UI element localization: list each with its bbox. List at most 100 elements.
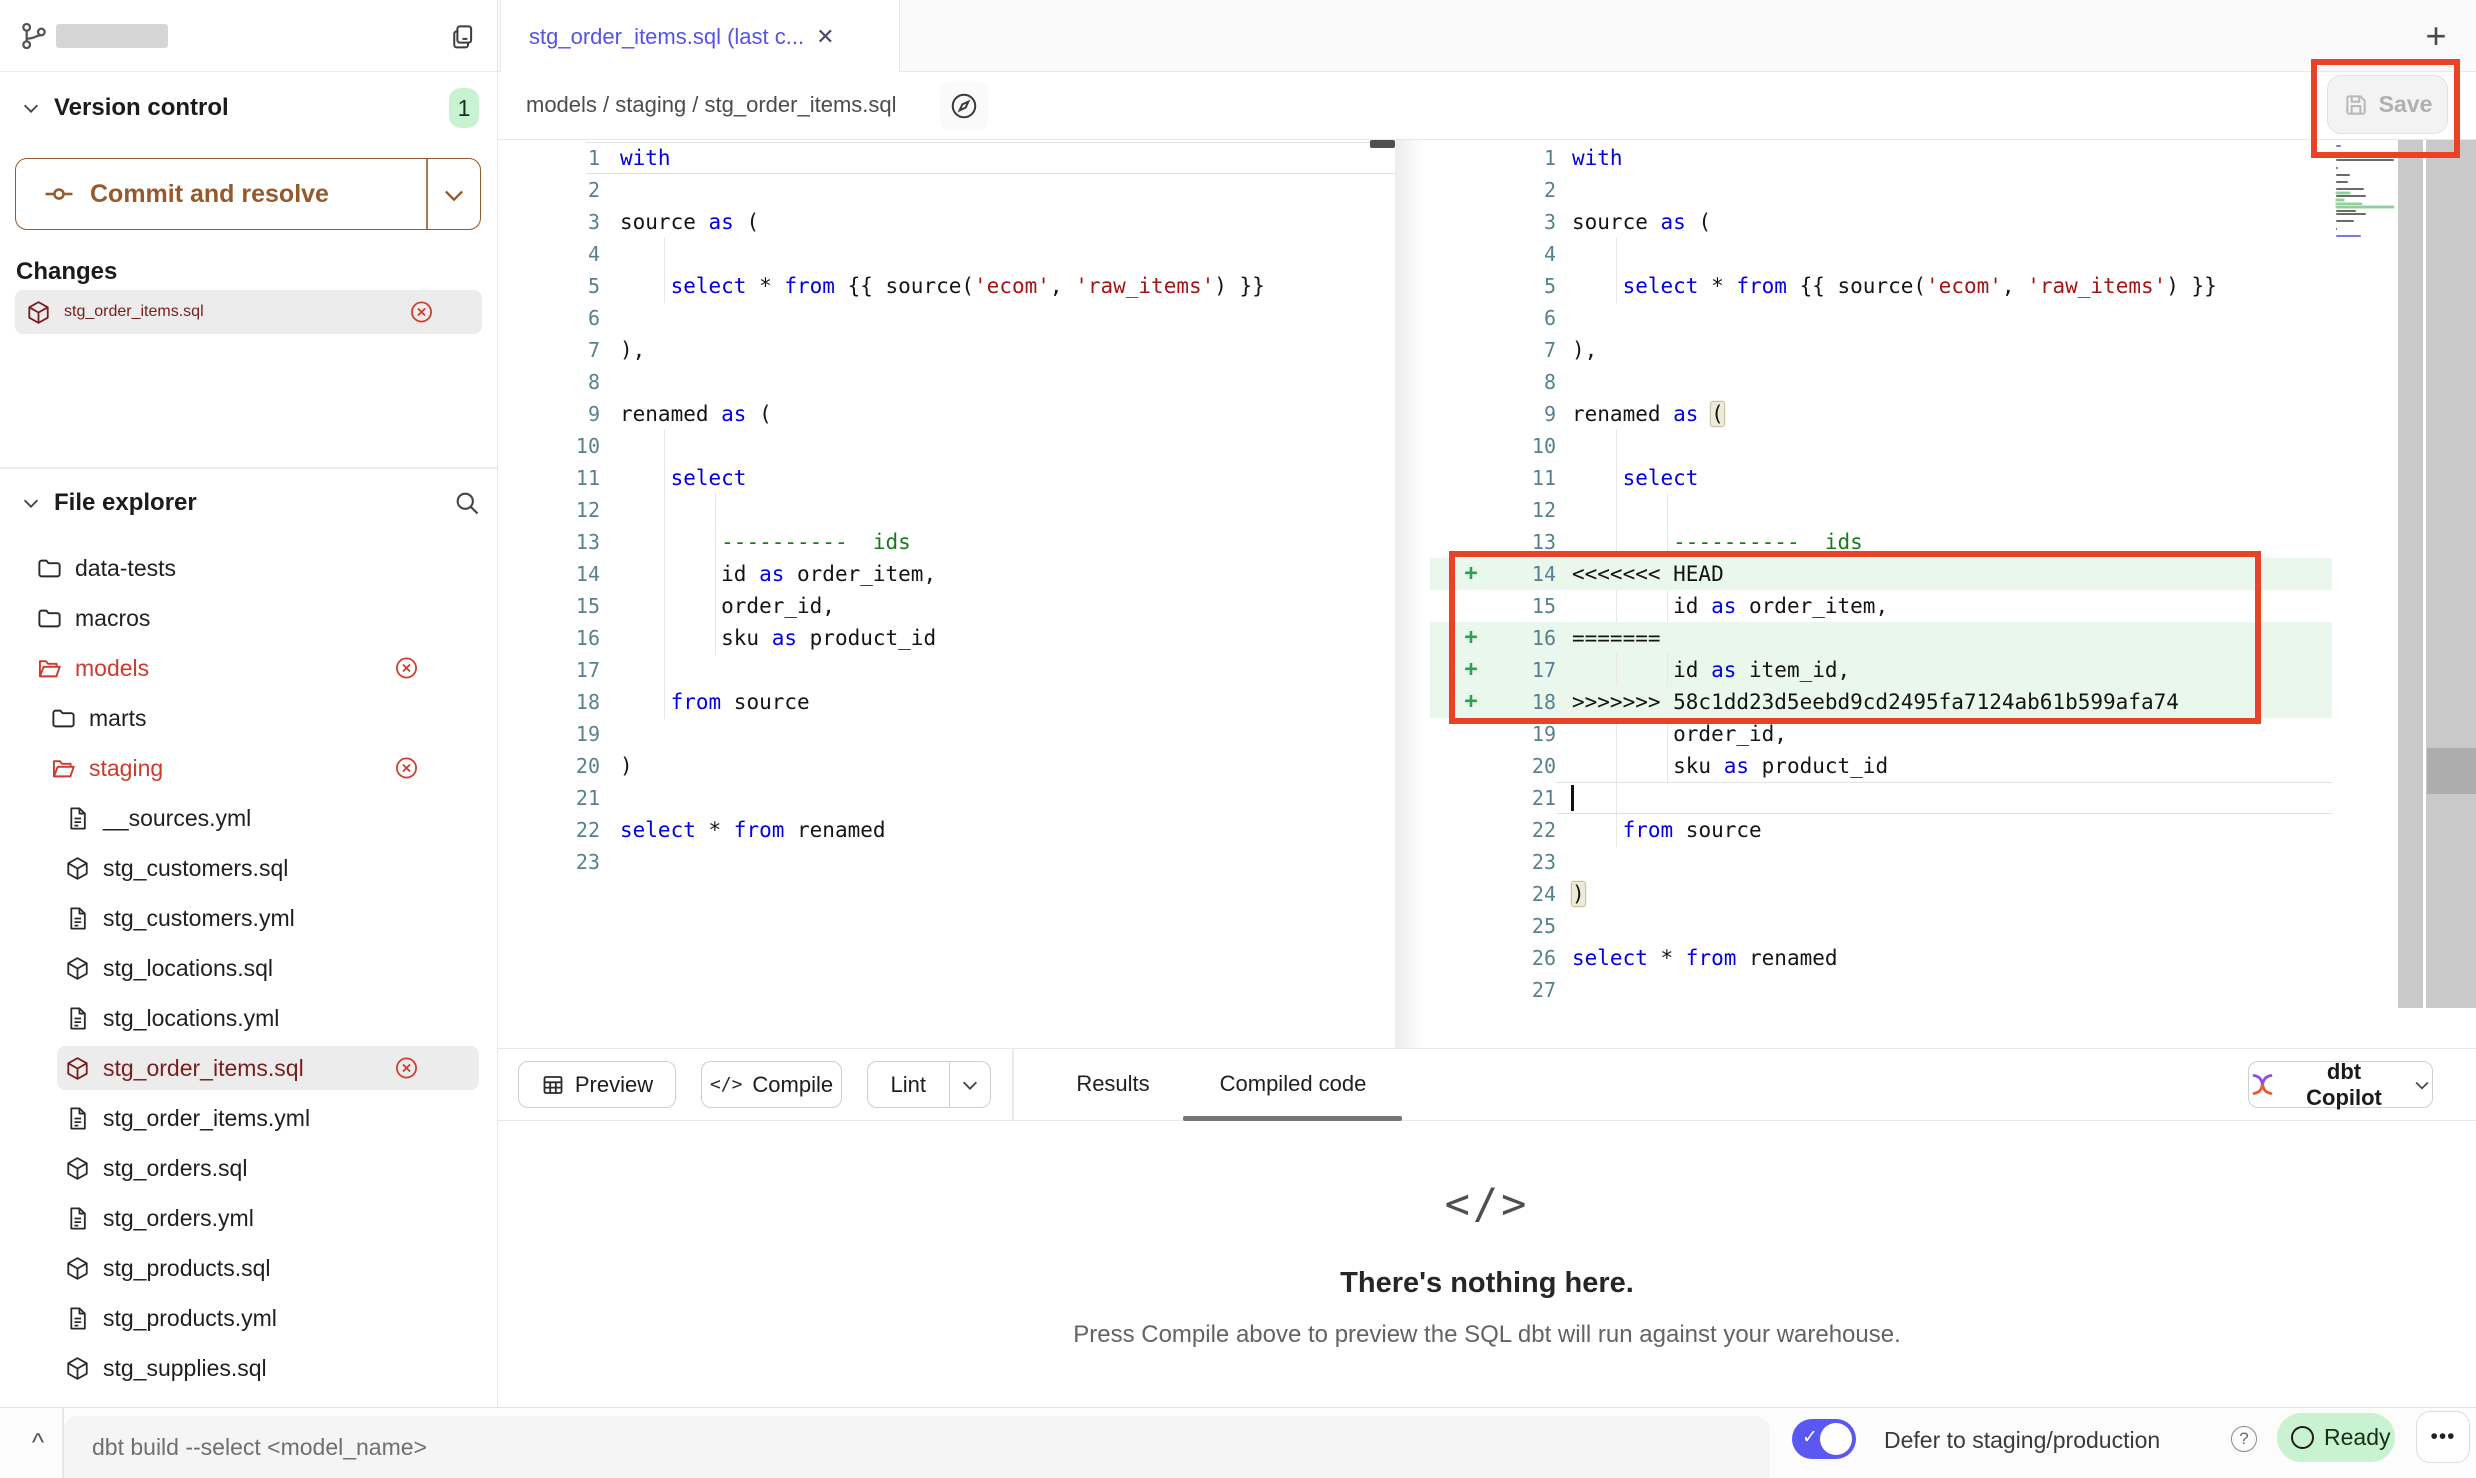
code-line-25[interactable]: 25	[1430, 910, 2332, 942]
code-line-22[interactable]: 22 from source	[1430, 814, 2332, 846]
file-row-stg_customers.sql[interactable]: stg_customers.sql	[0, 843, 497, 893]
code-line-20[interactable]: 20)	[498, 750, 1395, 782]
code-line-18[interactable]: 18 from source	[498, 686, 1395, 718]
ready-status-badge[interactable]: Ready	[2277, 1413, 2395, 1462]
file-row-stg_order_items.sql[interactable]: stg_order_items.sql	[0, 1043, 497, 1093]
code-line-14[interactable]: +14<<<<<<< HEAD	[1430, 558, 2332, 590]
file-row-stg_locations.sql[interactable]: stg_locations.sql	[0, 943, 497, 993]
conflict-icon[interactable]	[394, 1056, 419, 1081]
code-line-18[interactable]: +18>>>>>>> 58c1dd23d5eebd9cd2495fa7124ab…	[1430, 686, 2332, 718]
file-row-stg_products.yml[interactable]: stg_products.yml	[0, 1293, 497, 1343]
lint-dropdown-chevron-icon[interactable]	[959, 1074, 981, 1096]
code-line-7[interactable]: 7),	[498, 334, 1395, 366]
code-line-13[interactable]: 13 ---------- ids	[1430, 526, 2332, 558]
modified-code-panel[interactable]: 1with23source as (45 select * from {{ so…	[1430, 142, 2332, 1006]
code-line-11[interactable]: 11 select	[498, 462, 1395, 494]
help-icon[interactable]: ?	[2231, 1426, 2257, 1452]
preview-button[interactable]: Preview	[518, 1061, 676, 1108]
code-line-16[interactable]: 16 sku as product_id	[498, 622, 1395, 654]
code-line-19[interactable]: 19	[498, 718, 1395, 750]
code-line-2[interactable]: 2	[1430, 174, 2332, 206]
editor-scrollbar[interactable]	[2398, 140, 2476, 1008]
file-row-stg_customers.yml[interactable]: stg_customers.yml	[0, 893, 497, 943]
original-code-panel[interactable]: 1with23source as (45 select * from {{ so…	[498, 142, 1395, 878]
dbt-copilot-button[interactable]: dbt Copilot	[2248, 1061, 2433, 1108]
code-line-26[interactable]: 26select * from renamed	[1430, 942, 2332, 974]
commit-and-resolve-button[interactable]: Commit and resolve	[15, 158, 481, 230]
tab-stg-order-items[interactable]: stg_order_items.sql (last c... ✕	[500, 0, 900, 73]
code-line-15[interactable]: 15 id as order_item,	[1430, 590, 2332, 622]
search-icon[interactable]	[453, 489, 481, 517]
command-input[interactable]	[64, 1416, 1770, 1478]
conflict-icon[interactable]	[409, 300, 434, 325]
code-line-7[interactable]: 7),	[1430, 334, 2332, 366]
code-line-10[interactable]: 10	[1430, 430, 2332, 462]
code-line-16[interactable]: +16=======	[1430, 622, 2332, 654]
code-line-9[interactable]: 9renamed as (	[1430, 398, 2332, 430]
code-line-4[interactable]: 4	[498, 238, 1395, 270]
file-explorer-header[interactable]: File explorer	[0, 481, 497, 525]
lint-button[interactable]: Lint	[867, 1061, 991, 1108]
code-line-6[interactable]: 6	[498, 302, 1395, 334]
conflict-icon[interactable]	[394, 756, 419, 781]
file-row-stg_products.sql[interactable]: stg_products.sql	[0, 1243, 497, 1293]
file-row-models[interactable]: models	[0, 643, 497, 693]
code-line-20[interactable]: 20 sku as product_id	[1430, 750, 2332, 782]
code-line-12[interactable]: 12	[1430, 494, 2332, 526]
code-line-17[interactable]: +17 id as item_id,	[1430, 654, 2332, 686]
code-line-10[interactable]: 10	[498, 430, 1395, 462]
file-row-stg_locations.yml[interactable]: stg_locations.yml	[0, 993, 497, 1043]
save-button[interactable]: Save	[2327, 75, 2448, 134]
commit-dropdown-chevron-icon[interactable]	[440, 181, 468, 209]
code-line-2[interactable]: 2	[498, 174, 1395, 206]
code-line-24[interactable]: 24)	[1430, 878, 2332, 910]
code-line-8[interactable]: 8	[498, 366, 1395, 398]
code-line-6[interactable]: 6	[1430, 302, 2332, 334]
code-line-14[interactable]: 14 id as order_item,	[498, 558, 1395, 590]
code-line-4[interactable]: 4	[1430, 238, 2332, 270]
code-line-19[interactable]: 19 order_id,	[1430, 718, 2332, 750]
minimap[interactable]	[2336, 145, 2396, 242]
file-row-data-tests[interactable]: data-tests	[0, 543, 497, 593]
overflow-menu-icon[interactable]: •••	[2416, 1411, 2470, 1463]
file-row-staging[interactable]: staging	[0, 743, 497, 793]
file-row-stg_order_items.yml[interactable]: stg_order_items.yml	[0, 1093, 497, 1143]
lineage-compass-icon[interactable]	[940, 82, 988, 130]
changed-file-row[interactable]: stg_order_items.sql	[15, 290, 482, 334]
compile-button[interactable]: </> Compile	[701, 1061, 842, 1108]
code-line-3[interactable]: 3source as (	[498, 206, 1395, 238]
tab-compiled-code[interactable]: Compiled code	[1198, 1049, 1388, 1119]
code-line-21[interactable]: 21	[498, 782, 1395, 814]
left-editor-scrollbar-thumb[interactable]	[1370, 140, 1395, 148]
code-line-5[interactable]: 5 select * from {{ source('ecom', 'raw_i…	[498, 270, 1395, 302]
file-row-stg_orders.sql[interactable]: stg_orders.sql	[0, 1143, 497, 1193]
code-line-21[interactable]: 21	[1430, 782, 2332, 814]
file-row-stg_orders.yml[interactable]: stg_orders.yml	[0, 1193, 497, 1243]
file-row-marts[interactable]: marts	[0, 693, 497, 743]
copy-icon[interactable]	[448, 20, 482, 54]
code-line-17[interactable]: 17	[498, 654, 1395, 686]
code-line-22[interactable]: 22select * from renamed	[498, 814, 1395, 846]
code-line-1[interactable]: 1with	[1430, 142, 2332, 174]
tab-results[interactable]: Results	[1073, 1049, 1153, 1119]
code-line-5[interactable]: 5 select * from {{ source('ecom', 'raw_i…	[1430, 270, 2332, 302]
code-line-8[interactable]: 8	[1430, 366, 2332, 398]
close-icon[interactable]: ✕	[816, 24, 834, 50]
new-tab-button[interactable]: +	[2410, 10, 2462, 62]
file-row-__sources.yml[interactable]: __sources.yml	[0, 793, 497, 843]
code-line-12[interactable]: 12	[498, 494, 1395, 526]
code-line-27[interactable]: 27	[1430, 974, 2332, 1006]
scrollbar-thumb[interactable]	[2427, 748, 2476, 794]
code-line-9[interactable]: 9renamed as (	[498, 398, 1395, 430]
code-line-13[interactable]: 13 ---------- ids	[498, 526, 1395, 558]
code-line-11[interactable]: 11 select	[1430, 462, 2332, 494]
expand-caret-icon[interactable]: ^	[18, 1422, 58, 1462]
conflict-icon[interactable]	[394, 656, 419, 681]
version-control-header[interactable]: Version control 1	[0, 86, 497, 130]
code-line-23[interactable]: 23	[1430, 846, 2332, 878]
code-line-3[interactable]: 3source as (	[1430, 206, 2332, 238]
file-row-stg_supplies.sql[interactable]: stg_supplies.sql	[0, 1343, 497, 1393]
code-line-1[interactable]: 1with	[498, 142, 1395, 174]
code-line-15[interactable]: 15 order_id,	[498, 590, 1395, 622]
defer-toggle[interactable]: ✓	[1792, 1419, 1856, 1459]
